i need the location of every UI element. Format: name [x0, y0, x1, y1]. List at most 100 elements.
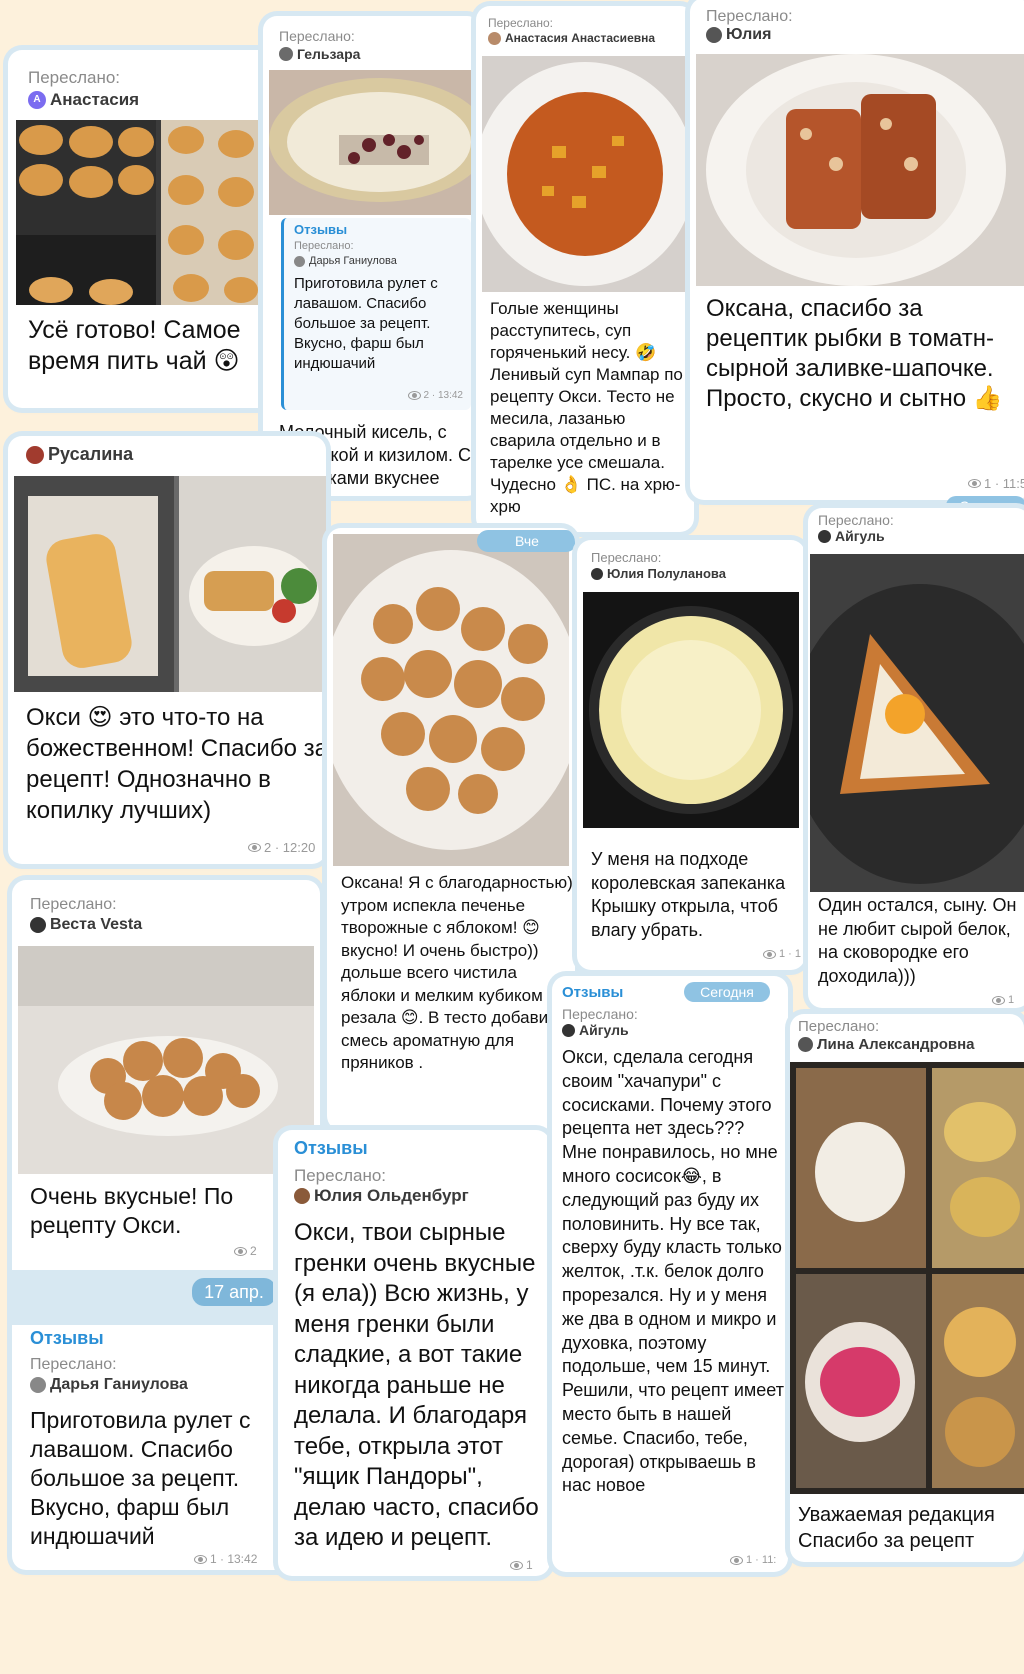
reviews-title: Отзывы: [562, 984, 624, 1001]
message-card-yulia[interactable]: Переслано: Юлия Оксана, спасибо за рецеп…: [690, 0, 1024, 500]
message-card-anastasia[interactable]: Переслано: А Анастасия Усё готово! Самое…: [8, 50, 278, 408]
sender-label: Юлия Полуланова: [607, 566, 726, 581]
sender-label: Русалина: [48, 444, 134, 464]
forwarded-label: Переслано:: [30, 1356, 117, 1373]
photo-collage[interactable]: [790, 1062, 1024, 1494]
sender-label: Анастасия: [50, 90, 140, 109]
photo-kisel[interactable]: [269, 70, 475, 215]
reviews-title: Отзывы: [294, 1138, 368, 1158]
sender-name[interactable]: Анастасия Анастасиевна: [488, 31, 655, 45]
sender-label: Айгуль: [579, 1022, 629, 1038]
views-icon: [730, 1555, 743, 1565]
message-meta: 2 · 12:20: [248, 840, 315, 855]
views-icon: [763, 949, 776, 959]
sender-name[interactable]: Гельзара: [279, 46, 360, 62]
avatar: [294, 1188, 310, 1204]
message-card-lina[interactable]: Переслано: Лина Александровна Уважаемая …: [790, 1014, 1024, 1562]
avatar: [279, 47, 293, 61]
avatar: [488, 31, 501, 45]
pastries-image: [16, 120, 270, 305]
photo-soup[interactable]: [482, 56, 688, 292]
message-card-aigul-1[interactable]: Переслано: Айгуль Один остался, сыну. Он…: [808, 508, 1024, 1008]
message-card-cookies[interactable]: Вче Оксана! Я с благодарностью) утром ис…: [327, 528, 575, 1130]
message-card-yulia-polulanova[interactable]: Переслано: Юлия Полуланова У меня на под…: [577, 540, 805, 970]
views-icon: [510, 1560, 523, 1570]
meta-label: 1 · 11:: [746, 1554, 777, 1566]
message-text: Оксана, спасибо за рецептик рыбки в тома…: [706, 295, 1003, 412]
forwarded-label: Переслано:: [294, 1166, 387, 1185]
views-icon: [968, 479, 981, 488]
sender-name[interactable]: Юлия Ольденбург: [294, 1186, 469, 1206]
khachapuri-image: [810, 554, 1024, 892]
message-text: Усё готово! Самое время пить чай 😲: [28, 316, 241, 375]
photo-khachapuri[interactable]: [810, 554, 1024, 892]
photo-casserole[interactable]: [583, 592, 799, 828]
message-meta: 1 · 11:5: [968, 476, 1024, 491]
meta-label: 1 · 1: [779, 948, 802, 960]
avatar: [818, 529, 831, 543]
sender-name[interactable]: Веста Vesta: [30, 916, 142, 934]
message-meta: 2 · 13:42: [407, 390, 463, 401]
casserole-image: [583, 592, 799, 828]
meta-label: 2 · 12:20: [264, 840, 316, 855]
meta-label: 1: [1008, 994, 1015, 1006]
sender-name: Дарья Ганиулова: [294, 255, 397, 267]
avatar: [562, 1023, 575, 1037]
sender-name[interactable]: Юлия Полуланова: [591, 566, 726, 581]
sender-name[interactable]: Айгуль: [562, 1022, 629, 1038]
message-card-vesta[interactable]: Переслано: Веста Vesta Очень вкусные! По…: [12, 880, 320, 1570]
message-card-yulia-oldenburg[interactable]: Отзывы Переслано: Юлия Ольденбург Окси, …: [278, 1130, 550, 1576]
forwarded-label: Переслано:: [279, 28, 355, 44]
sender-name[interactable]: Русалина: [26, 444, 133, 465]
sender-name[interactable]: Юлия: [706, 26, 771, 44]
message-text: Очень вкусные! По рецепту Окси.: [30, 1183, 234, 1238]
photo-cookies[interactable]: [333, 534, 569, 866]
forwarded-label: Переслано:: [591, 550, 662, 565]
message-card-gelzara[interactable]: Переслано: Гельзара Отзывы Переслано: Да…: [263, 16, 481, 496]
quoted-review[interactable]: Отзывы Переслано: Дарья Ганиулова Пригот…: [281, 218, 471, 410]
message-card-aigul-2[interactable]: Отзывы Сегодня Переслано: Айгуль Окси, с…: [552, 976, 788, 1572]
cookies-plate-image: [18, 946, 314, 1174]
photo-roll[interactable]: [14, 476, 326, 692]
avatar: [591, 567, 603, 580]
forwarded-label: Переслано:: [706, 8, 793, 25]
message-text: Окси 😍 это что-то на божественном! Спаси…: [26, 704, 326, 824]
message-meta: 1: [992, 994, 1014, 1006]
message-card-anastasia-anastasievna[interactable]: Переслано: Анастасия Анастасиевна Голые …: [476, 6, 694, 532]
soup-image: [482, 56, 688, 292]
sender-label: Айгуль: [835, 528, 885, 544]
forwarded-label: Переслано:: [562, 1006, 638, 1022]
views-icon: [234, 1246, 247, 1256]
sender-name[interactable]: Айгуль: [818, 528, 885, 544]
avatar: [706, 27, 722, 43]
photo-cookies-plate[interactable]: [18, 946, 314, 1174]
views-icon: [248, 843, 261, 852]
message-meta: 1 · 11:: [730, 1554, 776, 1566]
meta-label: 1: [526, 1558, 533, 1572]
avatar: А: [28, 91, 46, 109]
sender-label: Лина Александровна: [817, 1036, 975, 1053]
message-text: Уважаемая редакция Спасибо за рецепт: [798, 1504, 995, 1552]
kisel-image: [269, 70, 475, 215]
message-card-rusalina[interactable]: Русалина Окси 😍 это что-то на божественн…: [8, 436, 326, 864]
sender-name[interactable]: Лина Александровна: [798, 1036, 975, 1053]
meta-label: 1 · 11:5: [984, 476, 1024, 491]
message-meta: 1 · 13:42: [194, 1552, 257, 1566]
quote-text: Приготовила рулет с лавашом. Спасибо бол…: [294, 275, 438, 372]
meta-label: 2 · 13:42: [423, 390, 463, 401]
avatar: [30, 917, 46, 933]
message-text: Один остался, сыну. Он не любит сырой бе…: [818, 895, 1017, 986]
forwarded-label: Переслано:: [798, 1018, 880, 1035]
message-text: У меня на подходе королевская запеканка …: [591, 849, 786, 940]
sender-name[interactable]: Дарья Ганиулова: [30, 1376, 188, 1394]
photo-pastries[interactable]: [16, 120, 270, 305]
forwarded-label: Переслано:: [488, 16, 553, 30]
views-icon: [194, 1554, 207, 1564]
forwarded-label: Переслано:: [818, 512, 894, 528]
message-meta: 1 · 1: [763, 948, 801, 960]
photo-fish[interactable]: [696, 54, 1024, 286]
meta-label: 2: [250, 1244, 257, 1258]
avatar: [294, 255, 305, 267]
sender-name[interactable]: А Анастасия: [28, 90, 139, 110]
avatar: [798, 1037, 813, 1052]
